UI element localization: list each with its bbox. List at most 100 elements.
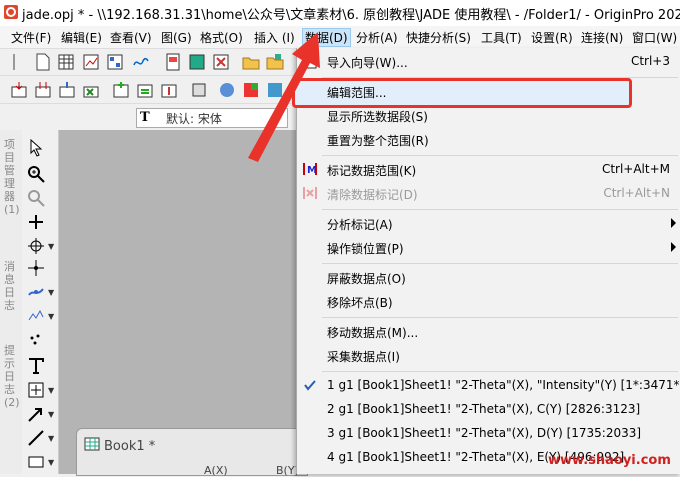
menu-item-label: 显示所选数据段(S) bbox=[327, 110, 428, 124]
svg-text:M: M bbox=[307, 165, 317, 176]
menu-item-label: 清除数据标记(D) bbox=[327, 188, 418, 202]
menu-file[interactable]: 文件(F) bbox=[11, 29, 51, 46]
arrow-tool-icon[interactable] bbox=[26, 404, 46, 424]
menu-separator bbox=[322, 263, 678, 264]
zoom-in-tool-icon[interactable] bbox=[26, 164, 46, 184]
text-tool-icon[interactable] bbox=[26, 356, 46, 376]
menu-settings[interactable]: 设置(R) bbox=[531, 29, 573, 46]
menu-item-analysis-markers[interactable]: 分析标记(A) bbox=[296, 212, 680, 234]
menu-view[interactable]: 查看(V) bbox=[110, 29, 152, 46]
new-excel-icon[interactable] bbox=[212, 53, 230, 71]
menu-tools[interactable]: 工具(T) bbox=[481, 29, 522, 46]
menu-item-dataset-3[interactable]: 3 g1 [Book1]Sheet1! "2-Theta"(X), D(Y) [… bbox=[296, 422, 680, 444]
menu-item-label: 移动数据点(M)... bbox=[327, 326, 419, 340]
menu-item-clear-data-markers[interactable]: 清除数据标记(D) Ctrl+Alt+N bbox=[296, 182, 680, 204]
region-mask-dropdown-icon[interactable]: ▼ bbox=[48, 312, 54, 321]
origin-app-icon bbox=[4, 5, 18, 19]
rectangle-dropdown-icon[interactable]: ▼ bbox=[48, 458, 54, 467]
new-graph-icon[interactable] bbox=[82, 53, 100, 71]
arrow-dropdown-icon[interactable]: ▼ bbox=[48, 410, 54, 419]
new-workbook-icon[interactable] bbox=[57, 53, 75, 71]
zoom-out-tool-icon[interactable] bbox=[26, 188, 46, 208]
data-reader-icon[interactable] bbox=[26, 236, 46, 256]
annotation-tool-icon[interactable] bbox=[26, 380, 46, 400]
region-mask-icon[interactable] bbox=[26, 306, 46, 326]
rectangle-tool-icon[interactable] bbox=[26, 452, 46, 472]
mdi-workspace bbox=[59, 130, 299, 474]
menu-item-move-data-points[interactable]: 移动数据点(M)... bbox=[296, 320, 680, 342]
tools-toolbar: ▼ ▼ ▼ ▼ ▼ ▼ ▼ bbox=[22, 130, 59, 474]
import-single-ascii-icon[interactable] bbox=[10, 81, 28, 99]
new-matrix-icon[interactable] bbox=[106, 53, 124, 71]
menu-item-dataset-1[interactable]: 1 g1 [Book1]Sheet1! "2-Theta"(X), "Inten… bbox=[296, 374, 680, 396]
window-title: jade.opj * - \\192.168.31.31\home\公众号\文章… bbox=[22, 8, 680, 23]
menu-item-dataset-2[interactable]: 2 g1 [Book1]Sheet1! "2-Theta"(X), C(Y) [… bbox=[296, 398, 680, 420]
menu-edit[interactable]: 编辑(E) bbox=[61, 29, 102, 46]
submenu-arrow-icon bbox=[671, 218, 676, 228]
menu-item-label: 分析标记(A) bbox=[327, 218, 393, 232]
menu-window[interactable]: 窗口(W) bbox=[632, 29, 677, 46]
toolbar-grip-icon bbox=[13, 54, 15, 70]
data-selector-icon[interactable] bbox=[26, 282, 46, 302]
import-csv-icon[interactable] bbox=[58, 81, 76, 99]
menu-item-shortcut: Ctrl+3 bbox=[630, 54, 670, 68]
menu-item-label: 导入向导(W)... bbox=[327, 56, 408, 70]
truetype-icon: T bbox=[140, 110, 150, 125]
menu-item-label: 2 g1 [Book1]Sheet1! "2-Theta"(X), C(Y) [… bbox=[327, 402, 641, 416]
menu-item-label: 屏蔽数据点(O) bbox=[327, 272, 406, 286]
menu-item-reset-full-range[interactable]: 重置为整个范围(R) bbox=[296, 128, 680, 150]
menu-item-show-selected-range[interactable]: 显示所选数据段(S) bbox=[296, 104, 680, 126]
menu-graph[interactable]: 图(G) bbox=[161, 29, 192, 46]
menu-item-label: 操作锁位置(P) bbox=[327, 242, 404, 256]
menu-item-label: 采集数据点(I) bbox=[327, 350, 400, 364]
hints-log-tab[interactable]: 提示日志 (2) bbox=[4, 344, 20, 409]
menu-bar: 文件(F) 编辑(E) 查看(V) 图(G) 格式(O) 插入 (I) 数据(D… bbox=[0, 26, 680, 49]
line-tool-icon[interactable] bbox=[26, 428, 46, 448]
scale-tool-icon[interactable] bbox=[26, 212, 46, 232]
menu-item-mask-points[interactable]: 屏蔽数据点(O) bbox=[296, 266, 680, 288]
new-notes-icon[interactable] bbox=[188, 53, 206, 71]
menu-separator bbox=[322, 209, 678, 210]
menu-quick-analysis[interactable]: 快捷分析(S) bbox=[406, 29, 471, 46]
import-excel-icon[interactable] bbox=[82, 81, 100, 99]
new-function-icon[interactable] bbox=[132, 53, 150, 71]
clear-marker-icon bbox=[303, 187, 317, 199]
menu-connect[interactable]: 连接(N) bbox=[581, 29, 623, 46]
new-layout-icon[interactable] bbox=[164, 53, 182, 71]
menu-item-pick-data-points[interactable]: 采集数据点(I) bbox=[296, 344, 680, 366]
line-dropdown-icon[interactable]: ▼ bbox=[48, 434, 54, 443]
menu-item-label: 重置为整个范围(R) bbox=[327, 134, 429, 148]
data-reader-dropdown-icon[interactable]: ▼ bbox=[48, 242, 54, 251]
menu-item-label: 编辑范围... bbox=[327, 86, 387, 100]
menu-item-set-data-markers[interactable]: M 标记数据范围(K) Ctrl+Alt+M bbox=[296, 158, 680, 180]
messages-log-tab[interactable]: 消息日志 bbox=[4, 260, 18, 312]
column-header-a[interactable]: A(X) bbox=[204, 464, 228, 477]
dock-panel-tabs: 项目管理器 (1) 消息日志 提示日志 (2) bbox=[0, 130, 23, 474]
menu-item-remove-bad-points[interactable]: 移除坏点(B) bbox=[296, 290, 680, 312]
screen-reader-icon[interactable] bbox=[26, 258, 46, 278]
menu-separator bbox=[322, 155, 678, 156]
workbook-title[interactable]: Book1 * bbox=[104, 439, 155, 454]
menu-analysis[interactable]: 分析(A) bbox=[356, 29, 398, 46]
pointer-tool-icon[interactable] bbox=[26, 138, 46, 158]
sort-column-icon[interactable] bbox=[160, 81, 178, 99]
menu-item-edit-range[interactable]: 编辑范围... bbox=[296, 80, 680, 102]
menu-item-import-wizard[interactable]: 导入向导(W)... Ctrl+3 bbox=[296, 50, 680, 72]
import-multiple-ascii-icon[interactable] bbox=[34, 81, 52, 99]
menu-separator bbox=[322, 371, 678, 372]
menu-format[interactable]: 格式(O) bbox=[200, 29, 243, 46]
3d-sphere-icon[interactable] bbox=[218, 81, 236, 99]
data-selector-dropdown-icon[interactable]: ▼ bbox=[48, 288, 54, 297]
new-project-icon[interactable] bbox=[34, 53, 52, 71]
project-manager-tab[interactable]: 项目管理器 (1) bbox=[4, 138, 20, 216]
menu-separator bbox=[322, 77, 678, 78]
add-column-icon[interactable] bbox=[112, 81, 130, 99]
submenu-arrow-icon bbox=[671, 242, 676, 252]
menu-item-label: 标记数据范围(K) bbox=[327, 164, 417, 178]
annotation-dropdown-icon[interactable]: ▼ bbox=[48, 386, 54, 395]
menu-item-lock-position[interactable]: 操作锁位置(P) bbox=[296, 236, 680, 258]
checkmark-icon bbox=[304, 380, 316, 391]
draw-data-icon[interactable] bbox=[26, 330, 46, 350]
statistics-icon[interactable] bbox=[190, 81, 208, 99]
set-column-values-icon[interactable] bbox=[136, 81, 154, 99]
